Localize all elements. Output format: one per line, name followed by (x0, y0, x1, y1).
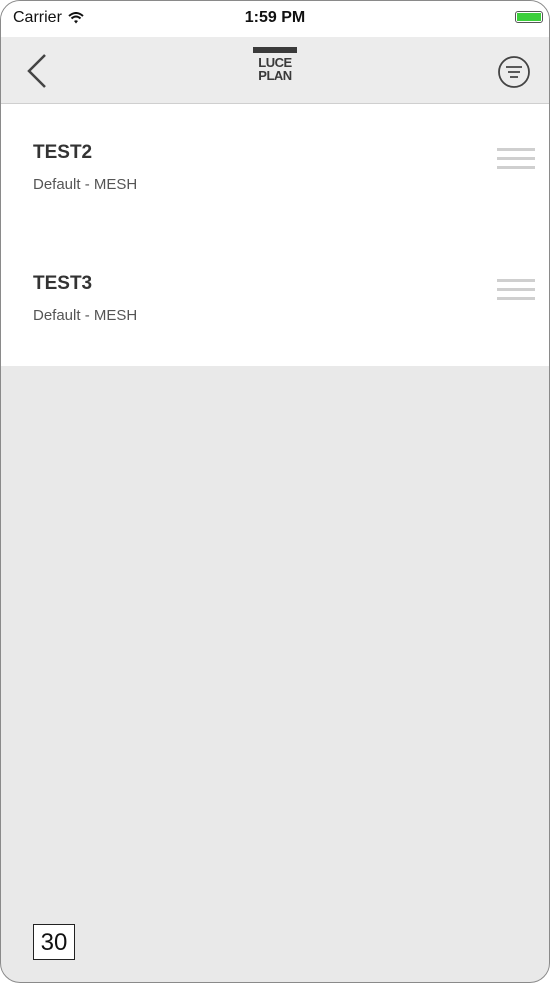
drag-handle-icon[interactable] (497, 279, 535, 305)
item-subtitle: Default - MESH (33, 307, 138, 324)
status-bar: Carrier 1:59 PM (1, 1, 549, 37)
logo-bar (253, 47, 297, 53)
battery-icon (515, 11, 543, 23)
page-number-badge: 30 (33, 924, 75, 960)
chevron-left-icon (27, 54, 46, 88)
nav-bar: LUCE PLAN (1, 37, 549, 104)
item-title: TEST2 (33, 142, 93, 163)
filter-lines-icon (498, 56, 530, 88)
item-subtitle: Default - MESH (33, 176, 138, 193)
list-item[interactable]: TEST3 Default - MESH (1, 235, 549, 365)
phone-frame: Carrier 1:59 PM LUCE PLAN TEST2 Default … (0, 0, 550, 983)
group-list: TEST2 Default - MESH TEST3 Default - MES… (1, 104, 549, 366)
filter-button[interactable] (497, 55, 531, 89)
luceplan-logo: LUCE PLAN (253, 47, 297, 82)
list-item[interactable]: TEST2 Default - MESH (1, 104, 549, 234)
logo-line-2: PLAN (258, 68, 292, 83)
item-title: TEST3 (33, 273, 93, 294)
status-time: 1:59 PM (244, 9, 306, 26)
battery-level (517, 13, 541, 21)
drag-handle-icon[interactable] (497, 148, 535, 174)
back-button[interactable] (21, 51, 57, 91)
